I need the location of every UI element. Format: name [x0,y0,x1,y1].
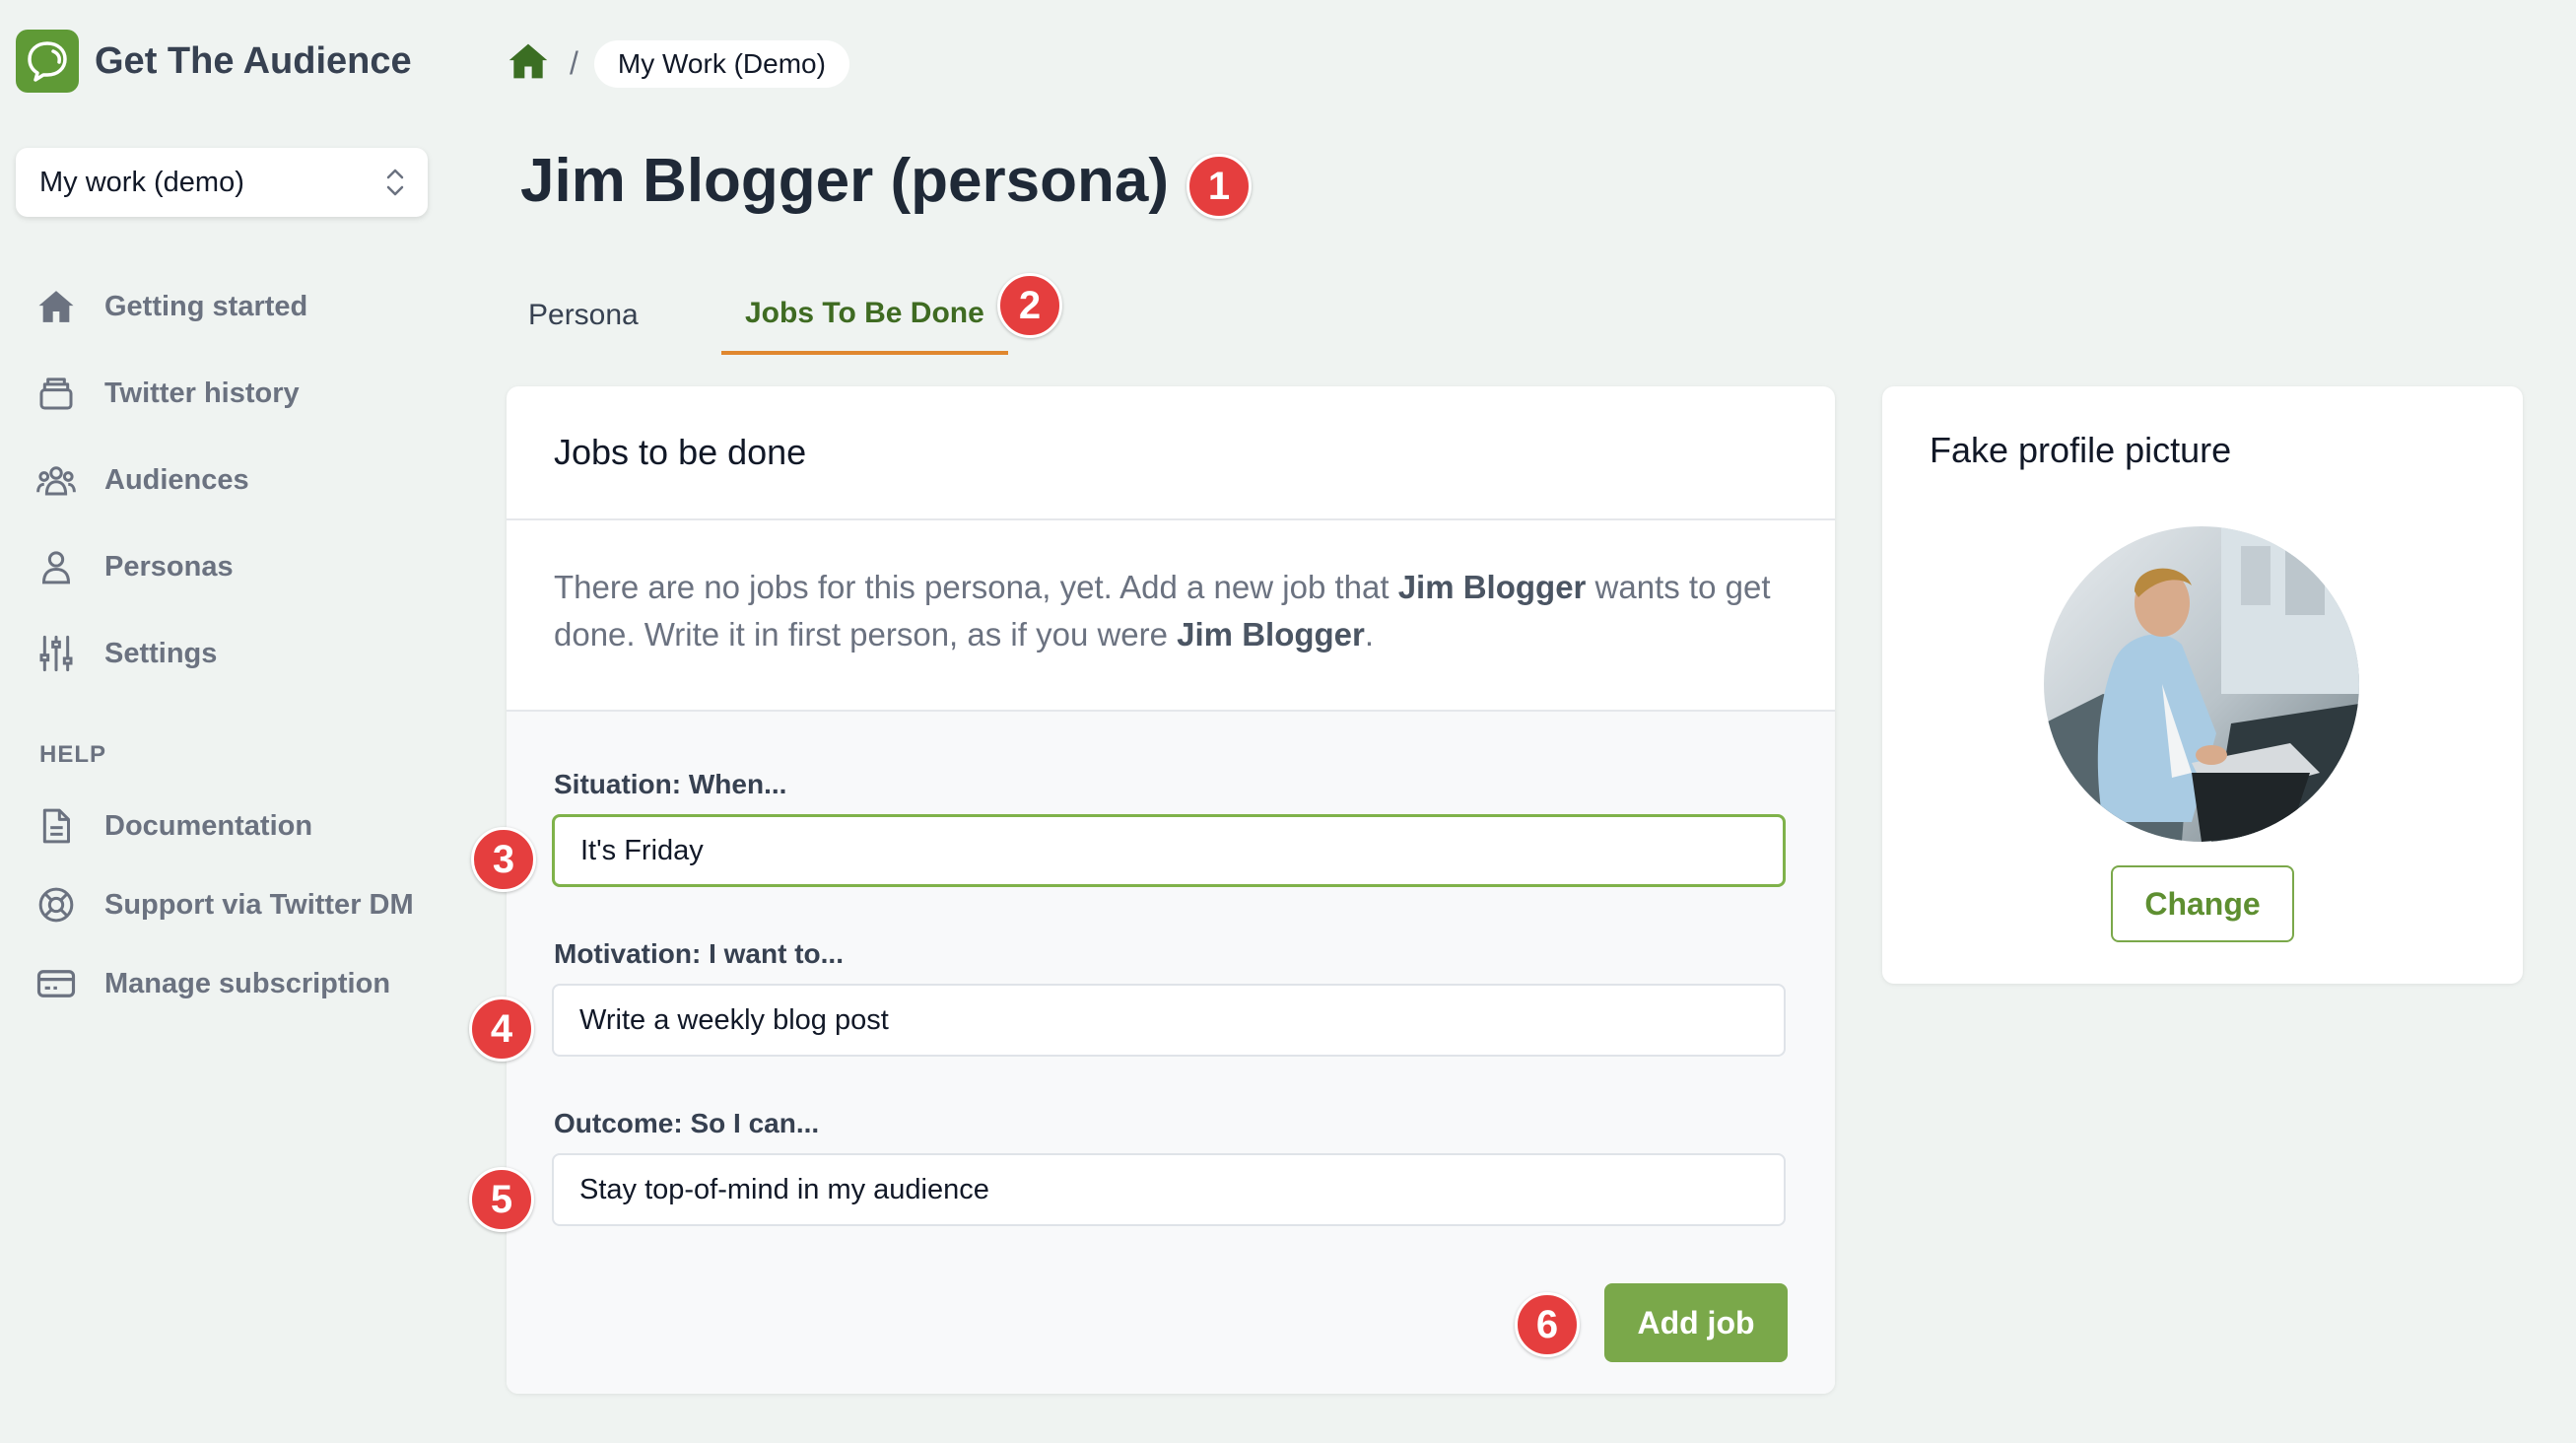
chat-bubble-logo-icon [16,30,79,93]
sidebar-item-manage-subscription[interactable]: Manage subscription [35,959,430,1008]
annotation-badge-2: 2 [997,273,1062,338]
tab-bar: Persona Jobs To Be Done [507,276,1393,355]
annotation-badge-3: 3 [471,827,536,892]
intro-text-part: . [1364,616,1375,653]
sidebar-item-label: Settings [104,637,218,669]
sidebar-item-settings[interactable]: Settings [35,629,430,678]
situation-label: Situation: When... [554,769,787,799]
sidebar-item-audiences[interactable]: Audiences [35,455,430,505]
page-title: Jim Blogger (persona) [520,147,1169,215]
sidebar-item-getting-started[interactable]: Getting started [35,282,430,331]
sidebar-item-label: Support via Twitter DM [104,888,414,921]
jobs-card: Jobs to be done There are no jobs for th… [507,386,1835,1394]
sidebar-item-twitter-history[interactable]: Twitter history [35,369,430,418]
sliders-icon [35,633,77,674]
home-icon[interactable] [507,39,550,88]
avatar [2044,526,2359,842]
breadcrumb-current[interactable]: My Work (Demo) [593,39,849,88]
sidebar-item-label: Getting started [104,290,308,322]
job-form: Situation: When... It's Friday Motivatio… [507,712,1835,1394]
tab-jobs-to-be-done[interactable]: Jobs To Be Done [721,276,1008,355]
sidebar-item-label: Documentation [104,809,313,842]
inbox-icon [35,373,77,414]
annotation-badge-5: 5 [469,1167,534,1232]
profile-picture-card: Fake profile picture Change [1882,386,2523,984]
jobs-intro-text: There are no jobs for this persona, yet.… [507,520,1835,712]
sidebar-item-support[interactable]: Support via Twitter DM [35,880,430,929]
breadcrumb: / My Work (Demo) [507,39,849,88]
workspace-select[interactable]: My work (demo) [16,148,428,217]
sidebar-item-label: Audiences [104,463,249,496]
outcome-input[interactable]: Stay top-of-mind in my audience [552,1153,1786,1226]
add-job-button[interactable]: Add job [1604,1283,1788,1362]
chevron-up-down-icon [384,164,406,209]
annotation-badge-4: 4 [469,996,534,1062]
credit-card-icon [35,963,77,1004]
sidebar-item-documentation[interactable]: Documentation [35,801,430,851]
workspace-select-value: My work (demo) [39,166,244,198]
user-group-icon [35,459,77,501]
motivation-label: Motivation: I want to... [554,938,844,969]
sidebar-item-label: Twitter history [104,377,300,409]
situation-input[interactable]: It's Friday [552,814,1786,887]
profile-card-title: Fake profile picture [1930,430,2232,470]
outcome-label: Outcome: So I can... [554,1108,820,1138]
user-icon [35,546,77,587]
lifebuoy-icon [35,884,77,926]
motivation-input[interactable]: Write a weekly blog post [552,984,1786,1057]
tab-persona[interactable]: Persona [528,276,639,355]
home-icon [35,286,77,327]
jobs-card-header: Jobs to be done [507,386,1835,520]
sidebar-item-personas[interactable]: Personas [35,542,430,591]
persona-name: Jim Blogger [1177,616,1365,653]
annotation-badge-6: 6 [1515,1292,1580,1357]
brand[interactable]: Get The Audience [16,30,412,93]
sidebar-item-label: Manage subscription [104,967,391,999]
change-picture-button[interactable]: Change [2111,865,2294,942]
app-name: Get The Audience [95,39,412,82]
document-icon [35,805,77,847]
sidebar-item-label: Personas [104,550,234,583]
persona-name: Jim Blogger [1397,569,1587,605]
help-section-label: HELP [39,741,107,768]
breadcrumb-separator: / [570,45,578,81]
jobs-card-title: Jobs to be done [554,432,807,472]
annotation-badge-1: 1 [1186,154,1252,219]
intro-text-part: There are no jobs for this persona, yet.… [554,569,1398,605]
